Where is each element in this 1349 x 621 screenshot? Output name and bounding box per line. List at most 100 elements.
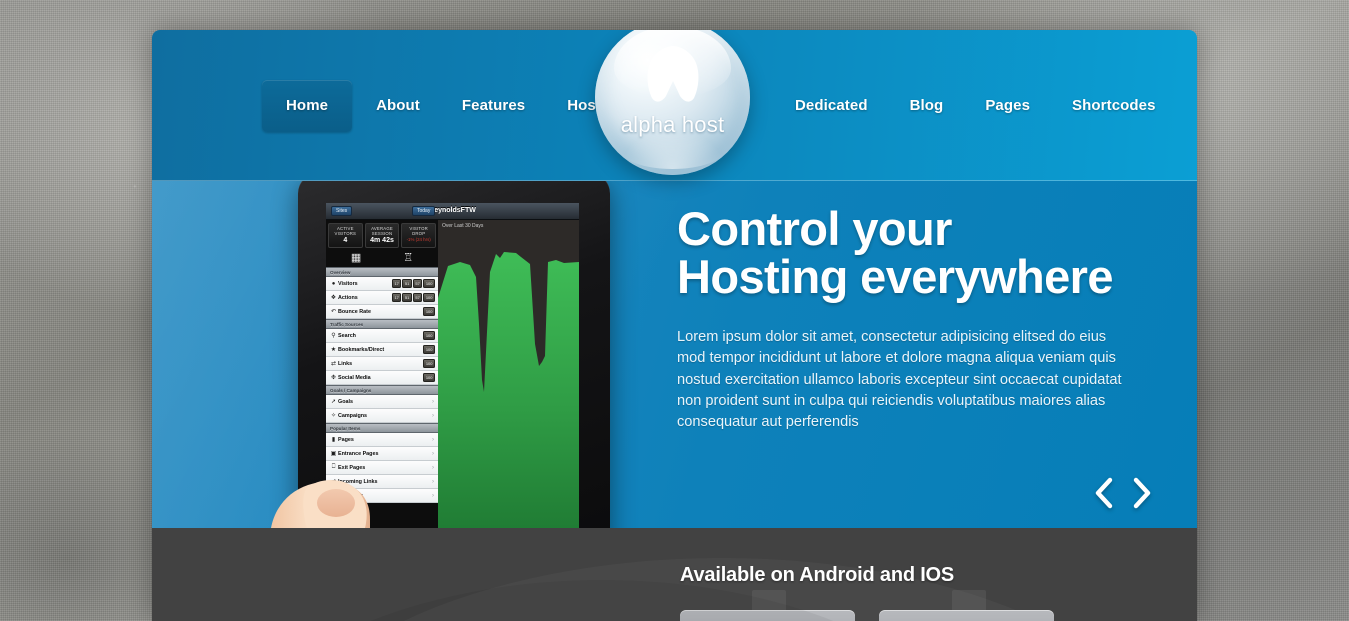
stat-cards: ACTIVE VISITORS 4 AVERAGE SESSION 4m 42s [326, 220, 438, 250]
pill: 100 [423, 373, 435, 382]
dashboard-title: ReynoldsFTW [429, 207, 476, 214]
dashboard-today-button[interactable]: Today [412, 206, 436, 216]
pin-icon: ❖ [330, 295, 337, 301]
chevron-right-icon: › [432, 464, 434, 471]
pill-group: 100 [423, 345, 435, 354]
chevron-right-icon: › [432, 450, 434, 457]
chart-range-label: Over Last 30 Days [442, 223, 484, 229]
tag-icon: ✧ [330, 413, 337, 419]
footprints-icon: ● [331, 280, 336, 287]
chevron-right-icon: › [432, 398, 434, 405]
pill: 51 [402, 279, 412, 288]
hero-slider: Sites ReynoldsFTW Today ACTIVE VISITORS [152, 181, 1197, 528]
site-header: Home About Features Hosting Dedicated Bl… [152, 30, 1197, 181]
section-heading-overview: Overview [326, 267, 438, 277]
stat-card-average-session: AVERAGE SESSION 4m 42s [364, 223, 400, 248]
menu-label: Bounce Rate [338, 308, 371, 315]
promo-title: Available on Android and IOS [680, 564, 955, 586]
hero-paragraph: Lorem ipsum dolor sit amet, consectetur … [677, 329, 1122, 431]
tablet-mockup: Sites ReynoldsFTW Today ACTIVE VISITORS [271, 181, 610, 528]
site-shell: Home About Features Hosting Dedicated Bl… [152, 30, 1197, 621]
pill: 17 [391, 293, 402, 302]
pill-group: 100 [423, 307, 435, 316]
menu-label: Search [338, 332, 356, 339]
goal-icon: ➚ [330, 399, 337, 405]
alpha-triangle-mark-icon [647, 46, 698, 102]
pill-group: 100 [423, 373, 435, 382]
chevron-left-icon[interactable] [1091, 476, 1117, 510]
crown-icon[interactable]: ♖ [403, 252, 413, 264]
links-icon: ⇄ [330, 361, 337, 367]
pill: 17 [391, 279, 402, 288]
pill: 100 [423, 293, 435, 302]
pill: 100 [423, 279, 435, 288]
visitors-area-chart [438, 252, 579, 528]
menu-label: Bookmarks/Direct [338, 346, 385, 353]
menu-row-search[interactable]: ⚲ Search 100 [326, 329, 438, 343]
menu-row-bookmarks-direct[interactable]: ★ Bookmarks/Direct 100 [326, 343, 438, 357]
chevron-right-icon[interactable] [1129, 476, 1155, 510]
stat-label: SESSION [371, 231, 393, 236]
stat-label: VISITORS [334, 231, 357, 236]
menu-row-links[interactable]: ⇄ Links 100 [326, 357, 438, 371]
page-root: Home About Features Hosting Dedicated Bl… [0, 0, 1349, 621]
bounce-icon: ↶ [330, 309, 337, 315]
keypad-icon[interactable]: ▦ [351, 252, 361, 264]
menu-label: Visitors [338, 280, 358, 287]
hero-copy: Control your Hosting everywhere Lorem ip… [677, 205, 1127, 433]
star-icon: ★ [330, 347, 337, 353]
nav-item-about[interactable]: About [358, 84, 438, 128]
promo-section: Available on Android and IOS [152, 528, 1197, 621]
pill: 100 [423, 359, 435, 368]
nav-item-dedicated[interactable]: Dedicated [777, 84, 886, 128]
chevron-right-icon: › [432, 478, 434, 485]
social-icon: ❉ [330, 375, 337, 381]
pill: 100 [423, 331, 435, 340]
dashboard-topbar: Sites ReynoldsFTW Today [326, 203, 579, 220]
menu-row-actions[interactable]: ❖ Actions 17 51 57 100 [326, 291, 438, 305]
pill-group: 100 [423, 359, 435, 368]
stat-value: 4 [343, 237, 348, 244]
menu-label: Goals [338, 398, 353, 405]
dashboard-quick-icons: ▦ ♖ [326, 250, 438, 267]
pill: 100 [423, 345, 435, 354]
nav-item-features[interactable]: Features [444, 84, 543, 128]
ios-store-tick [952, 590, 986, 612]
menu-label: Actions [338, 294, 358, 301]
nav-item-blog[interactable]: Blog [892, 84, 962, 128]
primary-nav-right: Dedicated Blog Pages Shortcodes [777, 30, 1180, 181]
pill-group: 17 51 57 100 [391, 293, 435, 302]
ios-store-button[interactable] [879, 610, 1054, 621]
pill: 51 [402, 293, 412, 302]
menu-label: Links [338, 360, 353, 367]
android-store-button[interactable] [680, 610, 855, 621]
site-logo[interactable]: alpha host [595, 30, 750, 175]
menu-label: Campaigns [338, 412, 368, 419]
chevron-right-icon: › [432, 492, 434, 499]
android-store-tick [752, 590, 786, 612]
logo-text: alpha host [620, 112, 725, 137]
pill: 100 [423, 307, 435, 316]
section-heading-goals-campaigns: Goals / Campaigns [326, 385, 438, 395]
pill: 57 [412, 279, 423, 288]
section-heading-traffic-sources: Traffic Sources [326, 319, 438, 329]
slider-controls [1091, 476, 1155, 510]
menu-row-goals[interactable]: ➚ Goals › [326, 395, 438, 409]
menu-row-social-media[interactable]: ❉ Social Media 100 [326, 371, 438, 385]
stat-label: DROP [412, 231, 426, 236]
nav-item-shortcodes[interactable]: Shortcodes [1054, 84, 1174, 128]
chevron-right-icon: › [432, 412, 434, 419]
hand-illustration [271, 480, 370, 528]
hero-title-line2: Hosting everywhere [677, 250, 1113, 303]
primary-nav-left: Home About Features Hosting [262, 30, 648, 181]
nav-item-home[interactable]: Home [262, 79, 353, 132]
pill-group: 17 51 57 100 [391, 279, 435, 288]
stat-value: 4m 42s [370, 237, 394, 244]
hero-title: Control your Hosting everywhere [677, 205, 1127, 301]
menu-row-bounce-rate[interactable]: ↶ Bounce Rate 100 [326, 305, 438, 319]
hero-title-line1: Control your [677, 202, 952, 255]
stat-card-active-visitors: ACTIVE VISITORS 4 [328, 223, 363, 248]
pill-group: 100 [423, 331, 435, 340]
menu-row-visitors[interactable]: ● Visitors 17 51 57 100 [326, 277, 438, 291]
nav-item-pages[interactable]: Pages [967, 84, 1048, 128]
